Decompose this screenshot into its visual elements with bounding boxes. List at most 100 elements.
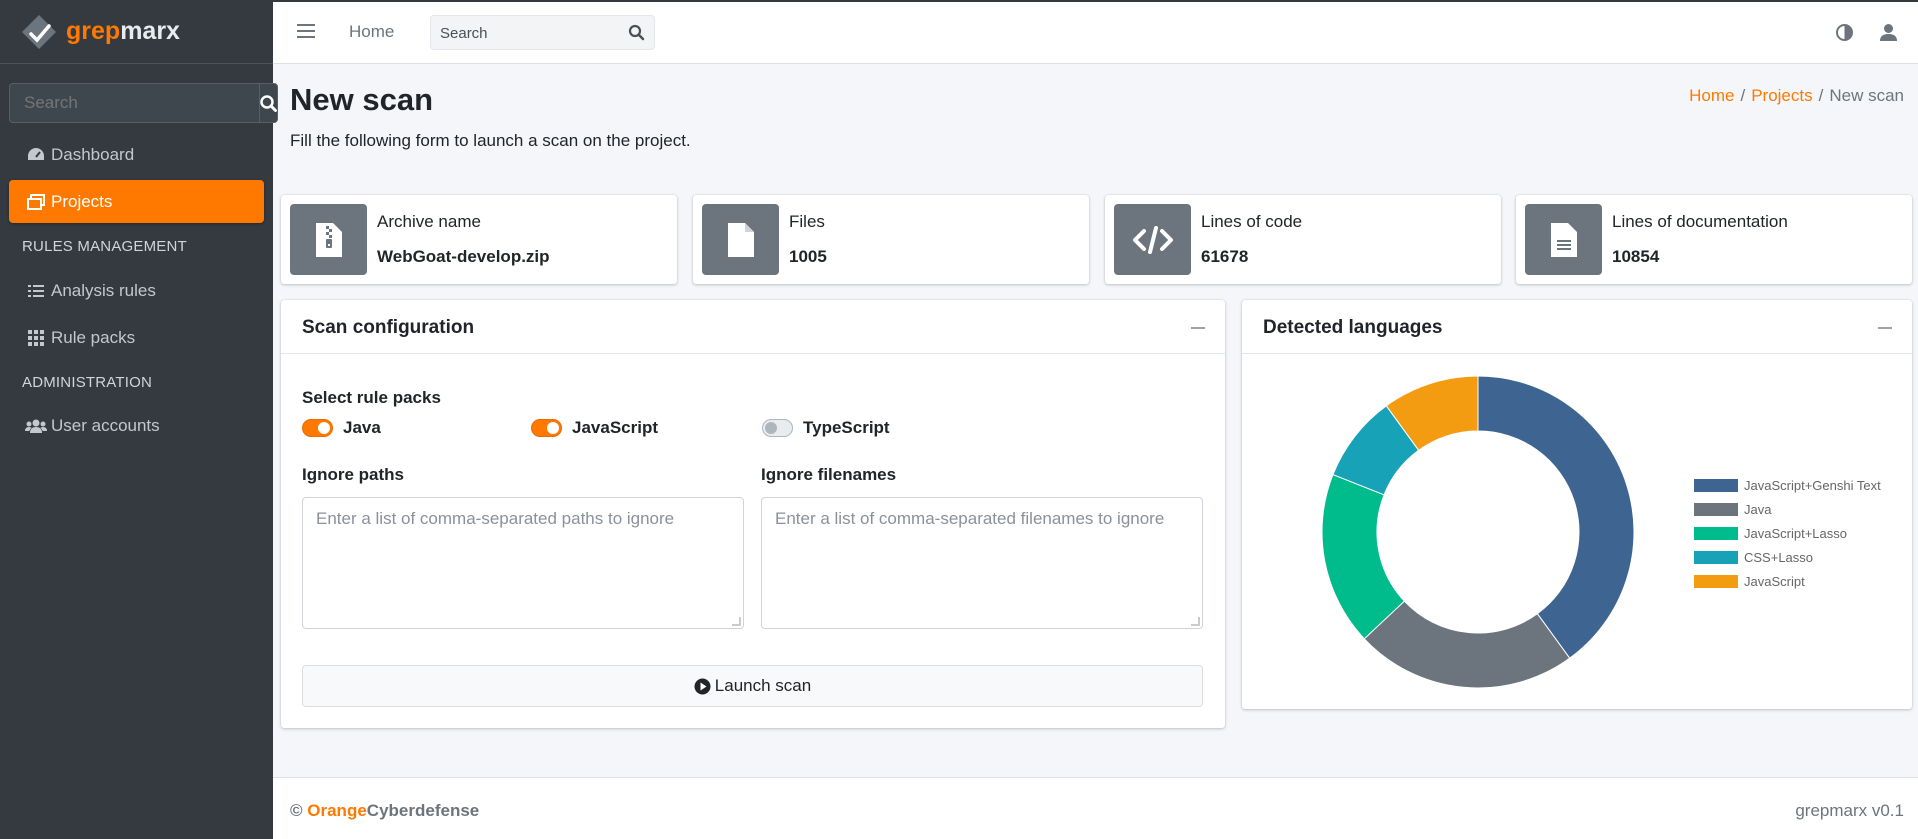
grid-icon [25, 329, 47, 347]
top-home-link[interactable]: Home [349, 22, 394, 42]
detected-languages-card: Detected languages JavaScript+Genshi Tex… [1242, 300, 1912, 709]
sidebar-search-button[interactable] [259, 83, 278, 123]
legend-label: JavaScript [1744, 574, 1805, 589]
collapse-icon[interactable] [1191, 327, 1205, 329]
footer-link-cyberdefense[interactable]: Cyberdefense [367, 801, 479, 820]
toggle-javascript[interactable]: JavaScript [531, 418, 658, 438]
info-label: Files [789, 212, 825, 231]
ignore-paths-placeholder: Enter a list of comma-separated paths to… [316, 509, 675, 528]
info-value: 1005 [789, 247, 827, 266]
resize-handle[interactable] [1191, 617, 1200, 626]
info-box-archive: Archive name WebGoat-develop.zip [281, 195, 677, 284]
dashboard-icon [25, 146, 47, 164]
toggle-label: TypeScript [803, 418, 890, 437]
ignore-filenames-textarea[interactable]: Enter a list of comma-separated filename… [761, 497, 1203, 629]
sidebar-item-projects[interactable]: Projects [9, 180, 264, 223]
ignore-paths-textarea[interactable]: Enter a list of comma-separated paths to… [302, 497, 744, 629]
info-label: Lines of documentation [1612, 212, 1788, 231]
file-zip-icon [290, 204, 367, 275]
legend-item[interactable]: JavaScript+Lasso [1694, 526, 1847, 541]
footer: © OrangeCyberdefense grepmarx v0.1 [273, 777, 1918, 839]
sidebar-item-analysis-rules[interactable]: Analysis rules [9, 269, 264, 312]
sidebar-item-label: Projects [51, 191, 113, 211]
legend-label: JavaScript+Lasso [1744, 526, 1847, 541]
legend-swatch [1694, 503, 1738, 516]
footer-version: grepmarx v0.1 [1795, 801, 1904, 820]
toggle-typescript[interactable]: TypeScript [762, 418, 890, 438]
play-circle-icon [694, 678, 711, 694]
card-header: Detected languages [1242, 300, 1912, 354]
nav-header-rules: RULES MANAGEMENT [22, 238, 187, 255]
legend-item[interactable]: JavaScript+Genshi Text [1694, 478, 1881, 493]
file-text-icon [1525, 204, 1602, 275]
users-icon [25, 417, 47, 435]
card-title: Scan configuration [302, 317, 475, 338]
footer-link-orange[interactable]: Orange [307, 801, 367, 820]
breadcrumb-current: New scan [1829, 86, 1904, 105]
nav-header-admin: ADMINISTRATION [22, 374, 153, 391]
sidebar-item-label: Rule packs [51, 327, 136, 347]
info-value: 61678 [1201, 247, 1249, 266]
ignore-filenames-label: Ignore filenames [761, 465, 897, 484]
legend-label: JavaScript+Genshi Text [1744, 478, 1881, 493]
info-value: WebGoat-develop.zip [377, 247, 550, 266]
switch-typescript[interactable] [762, 419, 793, 437]
info-box-lines-of-documentation: Lines of documentation 10854 [1516, 195, 1912, 284]
donut-slice-javascript-genshi-text[interactable] [1477, 375, 1635, 659]
languages-donut-chart [1321, 375, 1635, 689]
launch-scan-label: Launch scan [714, 676, 812, 695]
top-search-input[interactable]: Search [430, 15, 655, 50]
switch-java[interactable] [302, 419, 333, 437]
sidebar-search-input[interactable] [9, 83, 259, 123]
info-box-files: Files 1005 [693, 195, 1089, 284]
user-icon[interactable] [1879, 23, 1898, 47]
launch-scan-button[interactable]: Launch scan [302, 665, 1203, 707]
legend-item[interactable]: Java [1694, 502, 1771, 517]
breadcrumb: Home / Projects / New scan [1689, 86, 1904, 105]
page-subtitle: Fill the following form to launch a scan… [290, 131, 691, 150]
brand[interactable]: grepmarx [0, 0, 273, 64]
legend-swatch [1694, 551, 1738, 564]
ignore-filenames-placeholder: Enter a list of comma-separated filename… [775, 509, 1165, 528]
card-title: Detected languages [1263, 317, 1443, 338]
logo-icon [22, 14, 56, 49]
legend-item[interactable]: CSS+Lasso [1694, 550, 1813, 565]
legend-label: Java [1744, 502, 1772, 517]
legend-swatch [1694, 527, 1738, 540]
sidebar-item-user-accounts[interactable]: User accounts [9, 404, 264, 447]
footer-copyright: © OrangeCyberdefense [290, 801, 480, 820]
list-icon [25, 282, 47, 300]
info-label: Lines of code [1201, 212, 1303, 231]
sidebar-item-label: Analysis rules [51, 280, 156, 300]
file-icon [702, 204, 779, 275]
legend-item[interactable]: JavaScript [1694, 574, 1805, 589]
menu-toggle-icon[interactable] [297, 24, 315, 40]
sidebar-item-label: User accounts [51, 415, 160, 435]
collapse-icon[interactable] [1878, 327, 1892, 329]
select-rule-packs-label: Select rule packs [302, 388, 441, 407]
switch-javascript[interactable] [531, 419, 562, 437]
brand-name: grepmarx [66, 17, 180, 45]
sidebar-item-dashboard[interactable]: Dashboard [9, 133, 264, 176]
scan-config-card: Scan configuration Select rule packs Jav… [281, 300, 1225, 728]
code-icon [1114, 204, 1191, 275]
legend-swatch [1694, 575, 1738, 588]
projects-icon [25, 193, 47, 211]
sidebar-item-label: Dashboard [51, 144, 135, 164]
breadcrumb-projects[interactable]: Projects [1751, 86, 1812, 105]
search-icon[interactable] [628, 24, 645, 46]
search-icon [260, 94, 277, 112]
sidebar: grepmarx Dashboard Projects RULES MANAGE… [0, 0, 278, 839]
resize-handle[interactable] [732, 617, 741, 626]
toggle-label: JavaScript [572, 418, 658, 437]
info-label: Archive name [377, 212, 481, 231]
page-title: New scan [290, 82, 434, 117]
sidebar-item-rule-packs[interactable]: Rule packs [9, 316, 264, 359]
info-box-lines-of-code: Lines of code 61678 [1105, 195, 1501, 284]
breadcrumb-home[interactable]: Home [1689, 86, 1734, 105]
ignore-paths-label: Ignore paths [302, 465, 405, 484]
legend-label: CSS+Lasso [1744, 550, 1814, 565]
legend-swatch [1694, 479, 1738, 492]
theme-toggle-icon[interactable] [1835, 23, 1854, 47]
toggle-java[interactable]: Java [302, 418, 381, 438]
